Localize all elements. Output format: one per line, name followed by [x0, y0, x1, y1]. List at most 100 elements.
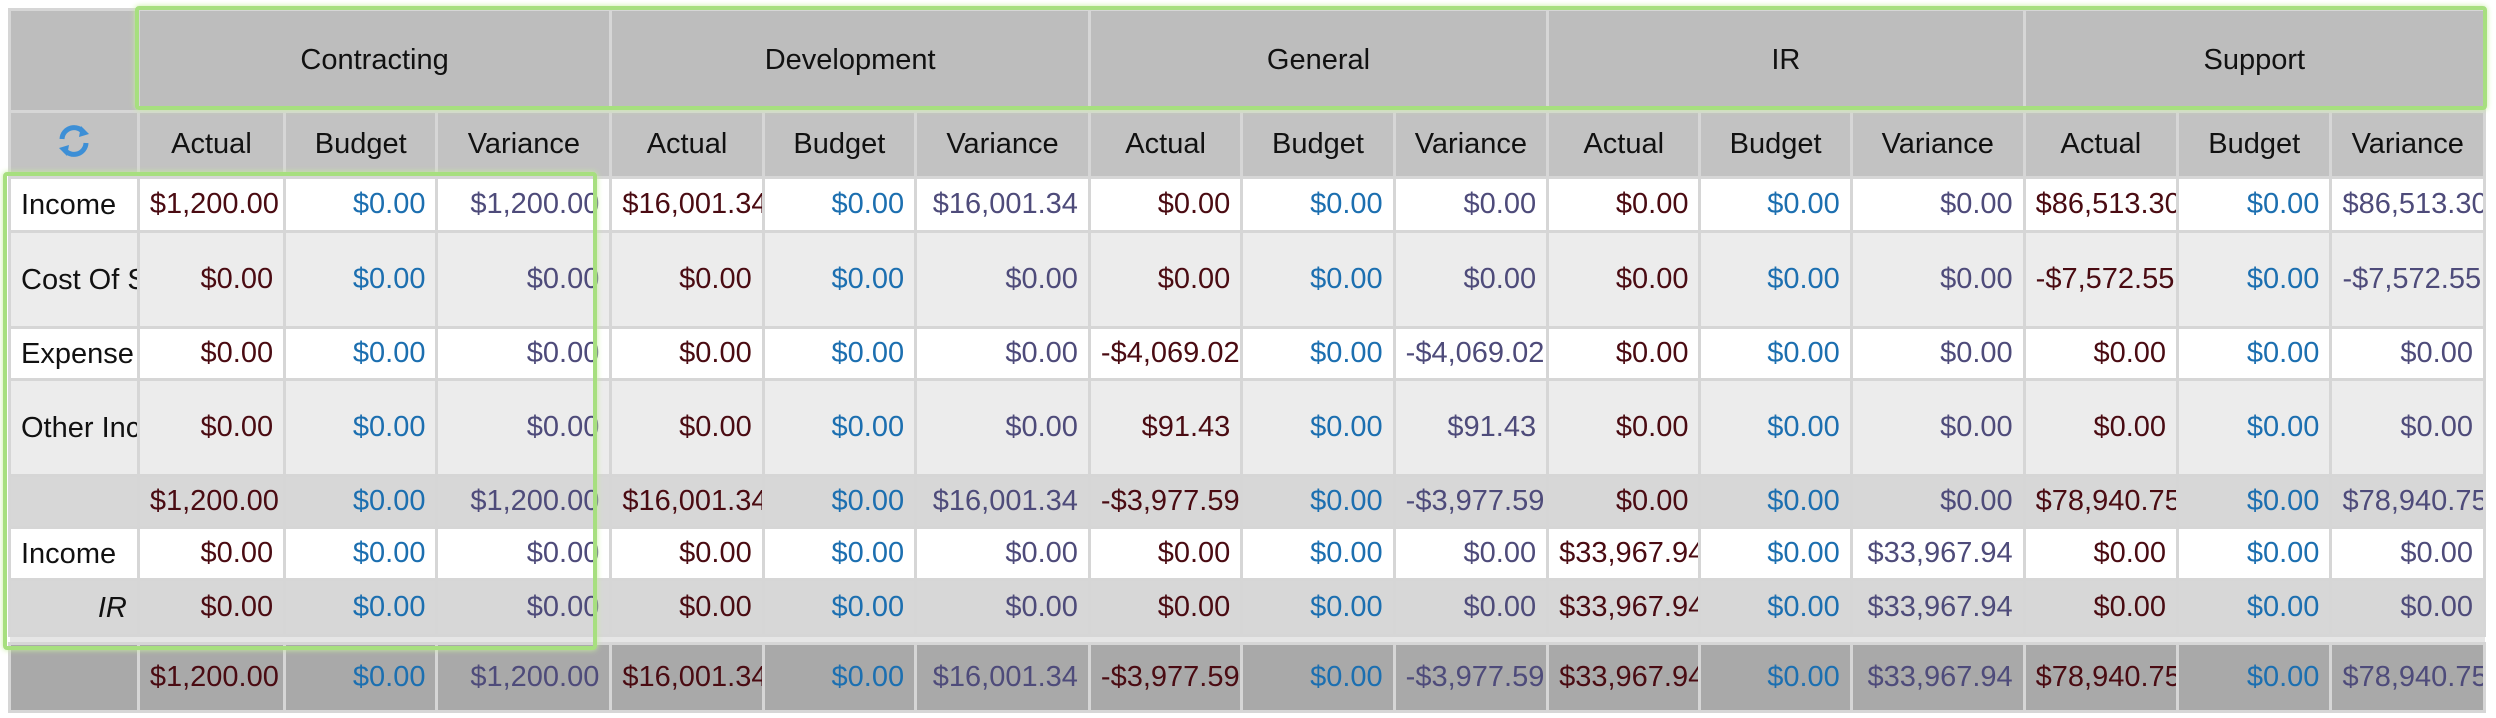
- row-label: Income: [8, 176, 140, 233]
- table-row: Other Income$0.00$0.00$0.00$0.00$0.00$0.…: [8, 378, 2486, 477]
- row-label: IR: [8, 578, 140, 637]
- department-header[interactable]: General: [1087, 8, 1550, 113]
- cell-variance: $78,940.75: [2329, 474, 2486, 529]
- cell-variance: $0.00: [1392, 176, 1550, 233]
- cell-variance: $0.00: [435, 526, 613, 581]
- cell-actual: $0.00: [136, 526, 287, 581]
- cell-budget: $0.00: [761, 578, 918, 637]
- cell-budget: $0.00: [1240, 642, 1396, 713]
- cell-budget: $0.00: [761, 230, 918, 329]
- department-header[interactable]: Contracting: [136, 8, 613, 113]
- cell-actual: $0.00: [1546, 378, 1702, 477]
- cell-variance: $0.00: [2329, 378, 2486, 477]
- corner-cell: [8, 8, 140, 113]
- cell-actual: $16,001.34: [609, 642, 765, 713]
- column-header-variance[interactable]: Variance: [435, 110, 613, 179]
- cell-variance: $0.00: [914, 578, 1091, 637]
- column-header-budget[interactable]: Budget: [1698, 110, 1853, 179]
- table-row: $1,200.00 $0.00 $1,200.00 $16,001.34 $0.00 $1…: [8, 474, 2486, 529]
- cell-budget: $0.00: [283, 176, 439, 233]
- refresh-icon: [58, 124, 89, 157]
- cell-budget: $0.00: [2176, 176, 2333, 233]
- cell-budget: $0.00: [2176, 578, 2333, 637]
- cell-budget: $0.00: [283, 326, 439, 381]
- table-row: Income $0.00 $0.00 $0.00 $0.00 $0.00 $0.00 $0.0…: [8, 526, 2486, 581]
- cell-budget: $0.00: [1698, 230, 1853, 329]
- cell-variance: $0.00: [1392, 230, 1550, 329]
- cell-variance: -$3,977.59: [1392, 642, 1550, 713]
- row-label: Other Income: [8, 378, 140, 477]
- column-header-actual[interactable]: Actual: [1087, 110, 1244, 179]
- cell-budget: $0.00: [1698, 474, 1853, 529]
- pivot-table: Contracting Development General IR Support A…: [8, 8, 2487, 713]
- cell-variance: $0.00: [2329, 526, 2486, 581]
- cell-variance: $0.00: [914, 526, 1091, 581]
- cell-actual: $0.00: [1087, 176, 1244, 233]
- column-header-budget[interactable]: Budget: [283, 110, 439, 179]
- cell-budget: $0.00: [1240, 578, 1396, 637]
- column-header-variance[interactable]: Variance: [914, 110, 1091, 179]
- cell-variance: $0.00: [2329, 578, 2486, 637]
- table-row: Income $1,200.00 $0.00 $1,200.00 $16,001.34 $…: [8, 176, 2486, 233]
- table-row: $1,200.00 $0.00 $1,200.00 $16,001.34 $0.00 $1…: [8, 642, 2486, 713]
- cell-budget: $0.00: [1240, 378, 1396, 477]
- cell-variance: $0.00: [435, 378, 613, 477]
- cell-budget: $0.00: [1698, 526, 1853, 581]
- column-header-budget[interactable]: Budget: [761, 110, 918, 179]
- cell-variance: $78,940.75: [2329, 642, 2486, 713]
- cell-variance: $16,001.34: [914, 474, 1091, 529]
- column-header-actual[interactable]: Actual: [2022, 110, 2180, 179]
- cell-actual: $0.00: [1087, 230, 1244, 329]
- column-header-variance[interactable]: Variance: [2329, 110, 2486, 179]
- department-header-row: Contracting Development General IR Support: [8, 8, 2487, 113]
- cell-budget: $0.00: [1698, 326, 1853, 381]
- column-header-variance[interactable]: Variance: [1849, 110, 2026, 179]
- department-header[interactable]: IR: [1546, 8, 2026, 113]
- cell-variance: $0.00: [435, 326, 613, 381]
- cell-actual: $16,001.34: [609, 176, 765, 233]
- column-header-actual[interactable]: Actual: [136, 110, 287, 179]
- cell-actual: $33,967.94: [1546, 642, 1702, 713]
- cell-budget: $0.00: [761, 176, 918, 233]
- row-spacer: [9, 634, 2485, 645]
- cell-variance: $0.00: [435, 230, 613, 329]
- column-header-actual[interactable]: Actual: [609, 110, 765, 179]
- table-row: IR $0.00 $0.00 $0.00 $0.00 $0.00 $0.00 $0.00 $0.…: [8, 578, 2486, 637]
- cell-budget: $0.00: [283, 230, 439, 329]
- cell-actual: $1,200.00: [136, 474, 287, 529]
- cell-budget: $0.00: [2176, 230, 2333, 329]
- cell-actual: $0.00: [136, 230, 287, 329]
- cell-actual: $0.00: [136, 578, 287, 637]
- cell-actual: $33,967.94: [1546, 578, 1702, 637]
- refresh-button[interactable]: [8, 110, 140, 179]
- pivot-grid: Contracting Development General IR Support A…: [8, 8, 2487, 713]
- cell-budget: $0.00: [1698, 378, 1853, 477]
- cell-actual: $0.00: [1546, 326, 1702, 381]
- cell-variance: $0.00: [1849, 230, 2026, 329]
- cell-variance: $1,200.00: [435, 474, 613, 529]
- cell-actual: $91.43: [1087, 378, 1244, 477]
- cell-actual: $1,200.00: [136, 176, 287, 233]
- cell-actual: $0.00: [609, 526, 765, 581]
- cell-variance: $0.00: [1849, 474, 2026, 529]
- spacer-cell: [9, 634, 2485, 645]
- cell-budget: $0.00: [1240, 526, 1396, 581]
- cell-budget: $0.00: [283, 642, 439, 713]
- table-row: Cost Of Sale$0.00$0.00$0.00$0.00$0.00$0.…: [8, 230, 2486, 329]
- cell-variance: $0.00: [2329, 326, 2486, 381]
- column-header-budget[interactable]: Budget: [2176, 110, 2333, 179]
- cell-budget: $0.00: [761, 326, 918, 381]
- cell-actual: -$7,572.55: [2022, 230, 2180, 329]
- cell-variance: $1,200.00: [435, 642, 613, 713]
- cell-actual: $0.00: [2022, 578, 2180, 637]
- cell-budget: $0.00: [283, 526, 439, 581]
- cell-budget: $0.00: [1698, 642, 1853, 713]
- department-header[interactable]: Support: [2022, 8, 2487, 113]
- cell-actual: $0.00: [2022, 526, 2180, 581]
- column-header-actual[interactable]: Actual: [1546, 110, 1702, 179]
- column-header-budget[interactable]: Budget: [1240, 110, 1396, 179]
- cell-budget: $0.00: [1698, 176, 1853, 233]
- cell-variance: $0.00: [914, 326, 1091, 381]
- column-header-variance[interactable]: Variance: [1392, 110, 1550, 179]
- department-header[interactable]: Development: [609, 8, 1091, 113]
